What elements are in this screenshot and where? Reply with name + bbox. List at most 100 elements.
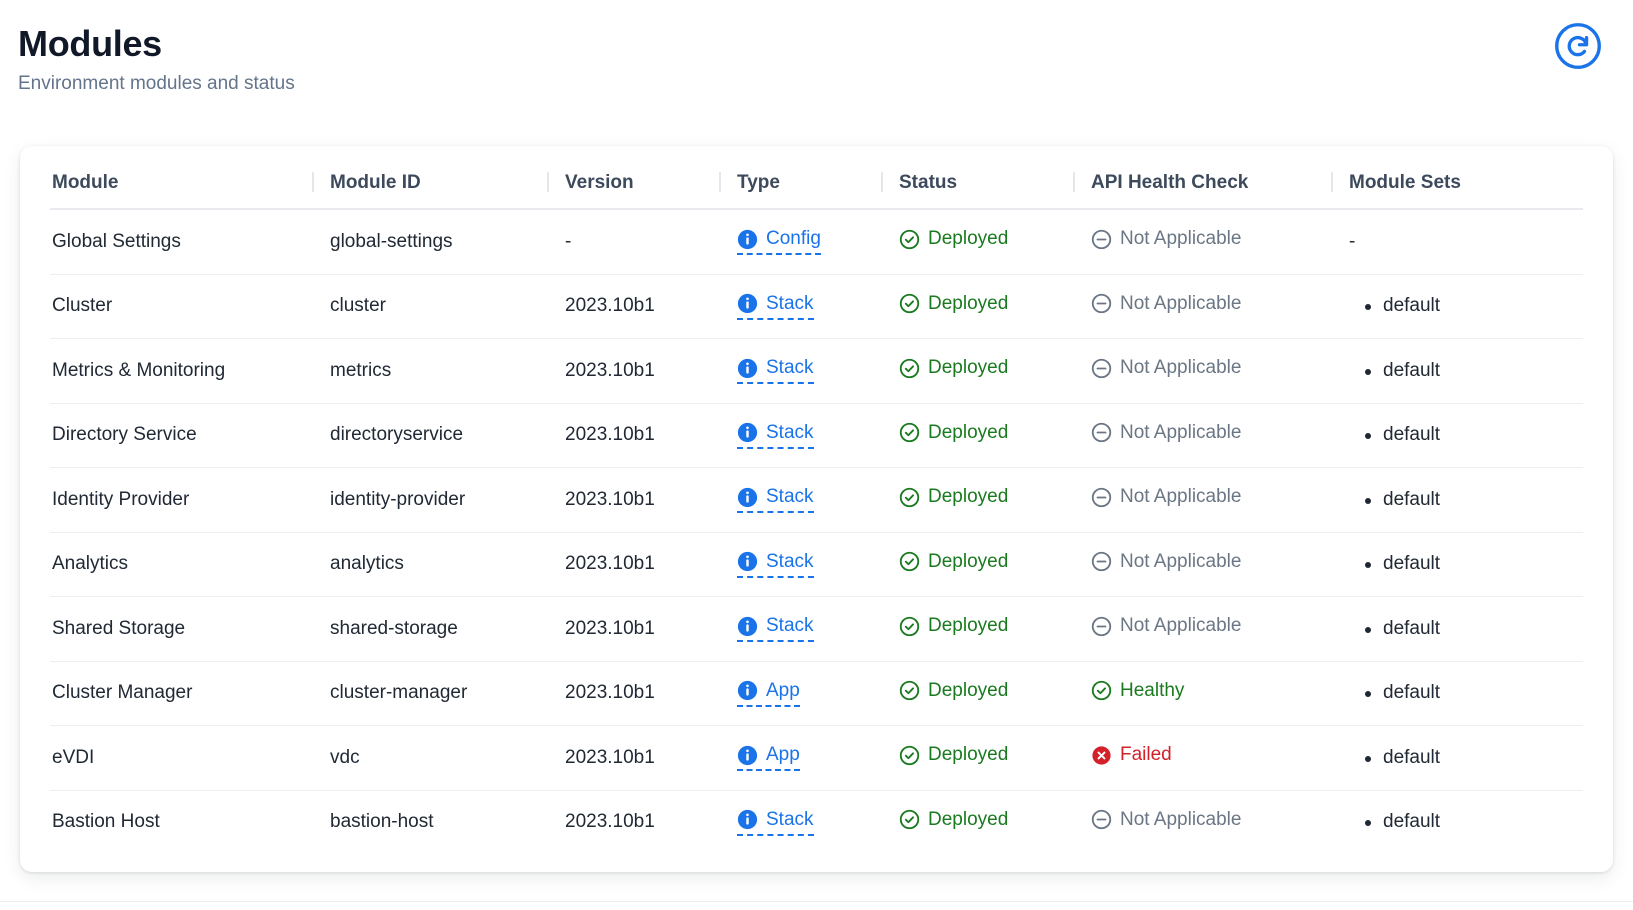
cell-type: Stack <box>735 532 897 597</box>
refresh-button[interactable] <box>1551 20 1605 74</box>
cell-module-sets: default <box>1347 467 1583 533</box>
column-header-module-id[interactable]: Module ID <box>312 146 563 210</box>
type-link[interactable]: Stack <box>737 615 814 642</box>
column-header-module-sets[interactable]: Module Sets <box>1331 146 1583 210</box>
cell-module-id: bastion-host <box>330 811 434 833</box>
table-row[interactable]: Shared Storage shared-storage 2023.10b1 Sta… <box>50 596 1583 662</box>
table-header-row: Module Module ID Version Type Status API… <box>50 146 1583 210</box>
minus-circle-icon <box>1091 487 1112 508</box>
cell-type: Stack <box>735 274 897 339</box>
type-link[interactable]: Stack <box>737 422 814 449</box>
cell-module-id: identity-provider <box>328 467 563 533</box>
type-label: Stack <box>766 486 814 507</box>
status-label: Deployed <box>928 357 1009 378</box>
check-circle-icon <box>1091 680 1112 701</box>
table-row[interactable]: Global Settings global-settings - Config Dep… <box>50 209 1583 275</box>
cell-api-health-check: Healthy <box>1089 661 1347 726</box>
info-icon <box>737 422 758 443</box>
type-label: Stack <box>766 357 814 378</box>
cell-version: 2023.10b1 <box>563 596 735 662</box>
check-circle-icon <box>899 745 920 766</box>
cell-type: Stack <box>735 596 897 662</box>
status-badge: Deployed <box>899 422 1008 444</box>
table-row[interactable]: Cluster cluster 2023.10b1 Stack Deployed Not … <box>50 274 1583 339</box>
table-row[interactable]: Metrics & Monitoring metrics 2023.10b1 Stac… <box>50 338 1583 404</box>
status-label: Deployed <box>928 615 1009 636</box>
cell-module-sets: default <box>1347 725 1583 791</box>
minus-circle-icon <box>1091 358 1112 379</box>
type-link[interactable]: App <box>737 680 800 707</box>
minus-circle-icon <box>1091 616 1112 637</box>
table-row[interactable]: Bastion Host bastion-host 2023.10b1 Stack De… <box>50 790 1583 854</box>
cell-status: Deployed <box>897 725 1089 791</box>
table-row[interactable]: Analytics analytics 2023.10b1 Stack Deployed… <box>50 532 1583 597</box>
module-sets-list: default <box>1349 746 1583 770</box>
table-row[interactable]: Cluster Manager cluster-manager 2023.10b1 A… <box>50 661 1583 726</box>
status-label: Deployed <box>928 744 1009 765</box>
type-link[interactable]: App <box>737 744 800 771</box>
table-row[interactable]: eVDI vdc 2023.10b1 App Deployed Failed default <box>50 725 1583 791</box>
status-label: Not Applicable <box>1120 808 1242 830</box>
status-badge: Not Applicable <box>1091 228 1241 250</box>
cell-api-health-check: Not Applicable <box>1089 403 1347 468</box>
cell-module-id: analytics <box>328 532 563 597</box>
cell-module: Cluster <box>50 274 328 339</box>
table-row[interactable]: Directory Service directoryservice 2023.10… <box>50 403 1583 468</box>
module-set-item: default <box>1349 681 1583 705</box>
type-link[interactable]: Stack <box>737 551 814 578</box>
cell-module-id: cluster <box>328 274 563 339</box>
column-header-label: Version <box>565 172 634 193</box>
info-icon <box>737 616 758 637</box>
column-header-status[interactable]: Status <box>881 146 1089 210</box>
type-link[interactable]: Stack <box>737 486 814 513</box>
info-icon <box>737 680 758 701</box>
type-link[interactable]: Stack <box>737 809 814 836</box>
module-sets-empty: - <box>1349 230 1356 252</box>
type-label: Stack <box>766 808 814 830</box>
column-header-label: Module Sets <box>1349 172 1461 193</box>
cell-module-id: global-settings <box>328 209 563 275</box>
cell-type: App <box>735 725 897 791</box>
cell-module-sets: default <box>1347 596 1583 662</box>
check-circle-icon <box>899 616 920 637</box>
status-badge: Deployed <box>899 744 1008 766</box>
modules-page: Modules Environment modules and status M… <box>0 0 1633 910</box>
column-header-module[interactable]: Module <box>50 146 328 210</box>
column-header-label: Module <box>52 172 119 193</box>
cell-type: Stack <box>735 790 897 854</box>
type-label: Stack <box>766 421 814 443</box>
status-label: Not Applicable <box>1120 421 1242 443</box>
cell-version: - <box>563 209 735 275</box>
check-circle-icon <box>899 229 920 250</box>
type-label: App <box>766 679 800 701</box>
modules-table-wrap: Module Module ID Version Type Status API… <box>20 146 1613 854</box>
info-icon <box>737 551 758 572</box>
check-circle-icon <box>899 809 920 830</box>
module-sets-list: default <box>1349 423 1583 447</box>
column-header-api-health-check[interactable]: API Health Check <box>1073 146 1347 210</box>
status-badge: Deployed <box>899 357 1008 379</box>
status-label: Deployed <box>928 486 1009 507</box>
module-sets-list: default <box>1349 488 1583 512</box>
column-header-type[interactable]: Type <box>719 146 897 210</box>
status-badge: Deployed <box>899 293 1008 315</box>
type-link[interactable]: Stack <box>737 357 814 384</box>
cell-module: Global Settings <box>50 209 328 275</box>
table-row[interactable]: Identity Provider identity-provider 2023.1… <box>50 467 1583 533</box>
status-badge: Not Applicable <box>1091 486 1241 508</box>
status-badge: Not Applicable <box>1091 551 1241 573</box>
column-header-version[interactable]: Version <box>547 146 735 210</box>
cell-api-health-check: Not Applicable <box>1089 274 1347 339</box>
type-label: Config <box>766 228 821 249</box>
cell-module-sets: default <box>1347 403 1583 468</box>
type-link[interactable]: Stack <box>737 293 814 320</box>
status-badge: Deployed <box>899 615 1008 637</box>
status-label: Deployed <box>928 679 1009 701</box>
status-badge: Deployed <box>899 228 1008 250</box>
type-link[interactable]: Config <box>737 228 821 255</box>
modules-card: Module Module ID Version Type Status API… <box>20 146 1613 872</box>
module-sets-list: default <box>1349 617 1583 641</box>
check-circle-icon <box>899 680 920 701</box>
status-badge: Not Applicable <box>1091 293 1241 315</box>
cell-type: Stack <box>735 403 897 468</box>
